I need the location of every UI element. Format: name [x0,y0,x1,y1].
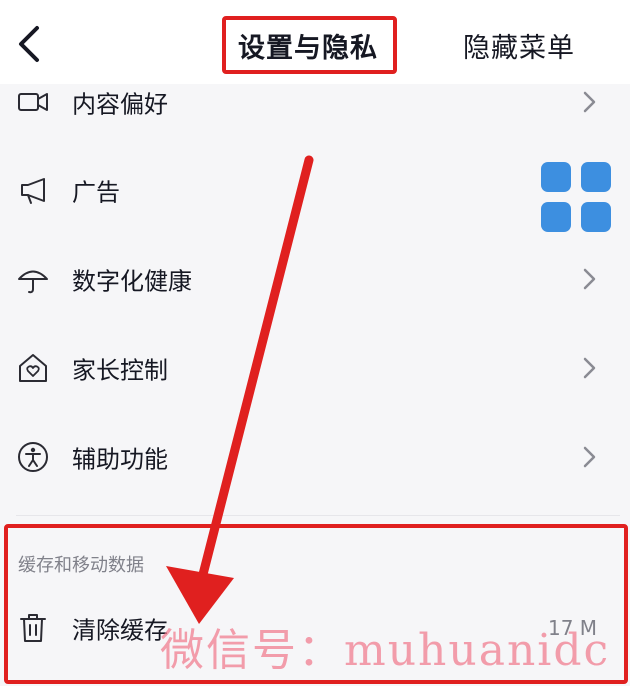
red-arrow-annotation [166,155,314,624]
watermark-text: 微信号：muhuanidc [160,625,611,676]
